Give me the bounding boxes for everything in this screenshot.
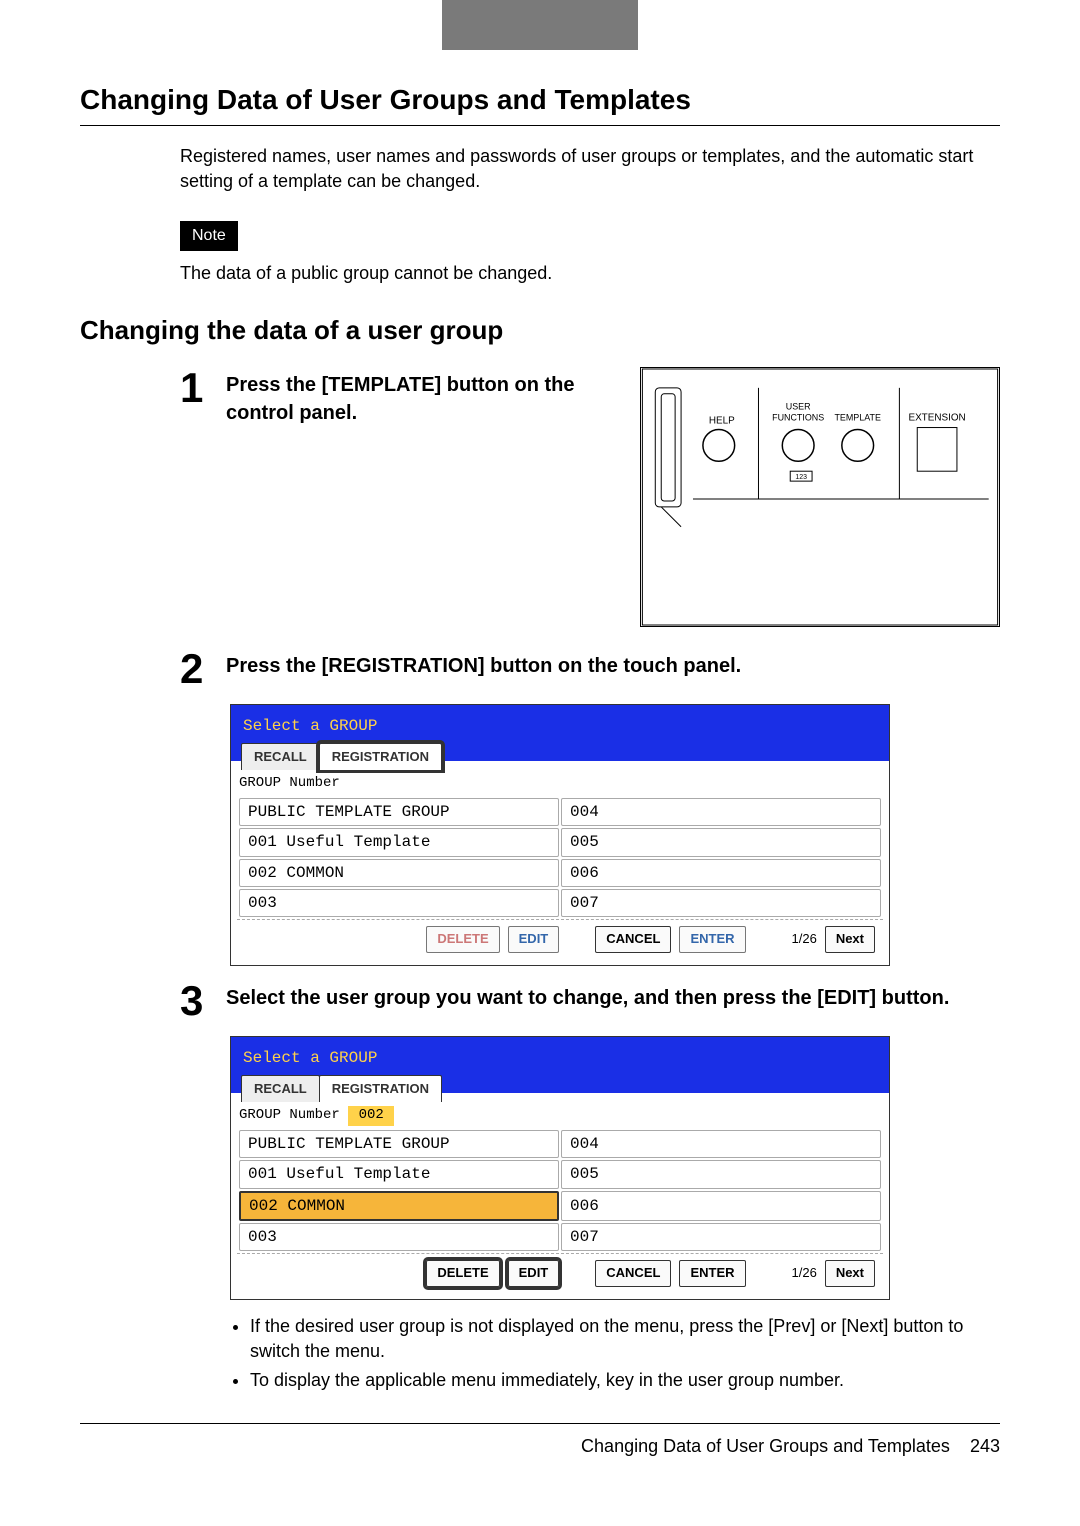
group-row-selected[interactable]: 002 COMMON — [239, 1191, 559, 1221]
edit-button[interactable]: EDIT — [508, 926, 560, 952]
next-button[interactable]: Next — [825, 926, 875, 952]
svg-text:USER: USER — [786, 401, 811, 411]
page-indicator: 1/26 — [792, 930, 817, 948]
group-row[interactable]: 002 COMMON — [239, 859, 559, 887]
group-row[interactable]: 005 — [561, 1160, 881, 1188]
step-text: Press the [TEMPLATE] button on the contr… — [226, 367, 640, 427]
group-row[interactable]: 005 — [561, 828, 881, 856]
group-number-label: GROUP Number — [239, 1107, 340, 1123]
tip-item: If the desired user group is not display… — [250, 1314, 1000, 1364]
delete-button[interactable]: DELETE — [426, 926, 499, 952]
group-row[interactable]: PUBLIC TEMPLATE GROUP — [239, 798, 559, 826]
subsection-heading: Changing the data of a user group — [80, 312, 1000, 348]
group-table: PUBLIC TEMPLATE GROUP 004 001 Useful Tem… — [237, 796, 883, 920]
group-number-value[interactable]: 002 — [348, 1106, 394, 1126]
svg-text:TEMPLATE: TEMPLATE — [834, 412, 880, 422]
note-badge: Note — [180, 221, 238, 251]
group-row[interactable]: 003 — [239, 889, 559, 917]
section-title: Changing Data of User Groups and Templat… — [80, 80, 1000, 119]
title-underline — [80, 125, 1000, 126]
group-row[interactable]: 007 — [561, 1223, 881, 1251]
step-3: 3 Select the user group you want to chan… — [80, 980, 1000, 1022]
control-panel-figure: HELP USER FUNCTIONS TEMPLATE EXTENSION 1… — [640, 367, 1000, 634]
group-table: PUBLIC TEMPLATE GROUP 004 001 Useful Tem… — [237, 1128, 883, 1254]
cancel-button[interactable]: CANCEL — [595, 926, 671, 952]
top-accent-bar — [0, 0, 1080, 50]
page-footer: Changing Data of User Groups and Templat… — [80, 1423, 1000, 1459]
delete-button[interactable]: DELETE — [426, 1260, 499, 1286]
step-text: Press the [REGISTRATION] button on the t… — [226, 648, 1000, 680]
intro-paragraph: Registered names, user names and passwor… — [180, 144, 990, 194]
tip-item: To display the applicable menu immediate… — [250, 1368, 1000, 1393]
group-row[interactable]: PUBLIC TEMPLATE GROUP — [239, 1130, 559, 1158]
step-number: 1 — [180, 367, 226, 409]
step-1: 1 Press the [TEMPLATE] button on the con… — [80, 367, 1000, 634]
tab-registration[interactable]: REGISTRATION — [319, 1075, 442, 1102]
enter-button[interactable]: ENTER — [679, 1260, 745, 1286]
footer-page-number: 243 — [970, 1436, 1000, 1456]
help-label: HELP — [709, 415, 735, 426]
group-row[interactable]: 001 Useful Template — [239, 828, 559, 856]
next-button[interactable]: Next — [825, 1260, 875, 1286]
group-row[interactable]: 003 — [239, 1223, 559, 1251]
tab-registration[interactable]: REGISTRATION — [319, 743, 442, 770]
step-text: Select the user group you want to change… — [226, 980, 1000, 1012]
touch-panel-step2: Select a GROUP RECALL REGISTRATION GROUP… — [230, 704, 890, 966]
group-row[interactable]: 004 — [561, 1130, 881, 1158]
touch-panel-step3: Select a GROUP RECALL REGISTRATION GROUP… — [230, 1036, 890, 1300]
group-number-label: GROUP Number — [239, 775, 340, 791]
svg-text:EXTENSION: EXTENSION — [908, 412, 965, 423]
step-number: 3 — [180, 980, 226, 1022]
svg-text:FUNCTIONS: FUNCTIONS — [772, 412, 824, 422]
tab-recall[interactable]: RECALL — [241, 1075, 320, 1102]
group-row[interactable]: 006 — [561, 859, 881, 887]
group-row[interactable]: 001 Useful Template — [239, 1160, 559, 1188]
step3-tips: If the desired user group is not display… — [250, 1314, 1000, 1394]
group-row[interactable]: 004 — [561, 798, 881, 826]
cancel-button[interactable]: CANCEL — [595, 1260, 671, 1286]
step-2: 2 Press the [REGISTRATION] button on the… — [80, 648, 1000, 690]
control-panel-svg: HELP USER FUNCTIONS TEMPLATE EXTENSION 1… — [640, 367, 1000, 627]
note-text: The data of a public group cannot be cha… — [180, 261, 990, 286]
page-indicator: 1/26 — [792, 1264, 817, 1282]
group-row[interactable]: 007 — [561, 889, 881, 917]
group-row[interactable]: 006 — [561, 1191, 881, 1221]
enter-button[interactable]: ENTER — [679, 926, 745, 952]
tab-recall[interactable]: RECALL — [241, 743, 320, 770]
step-number: 2 — [180, 648, 226, 690]
svg-text:123: 123 — [795, 474, 807, 481]
edit-button[interactable]: EDIT — [508, 1260, 560, 1286]
footer-title: Changing Data of User Groups and Templat… — [581, 1436, 950, 1456]
